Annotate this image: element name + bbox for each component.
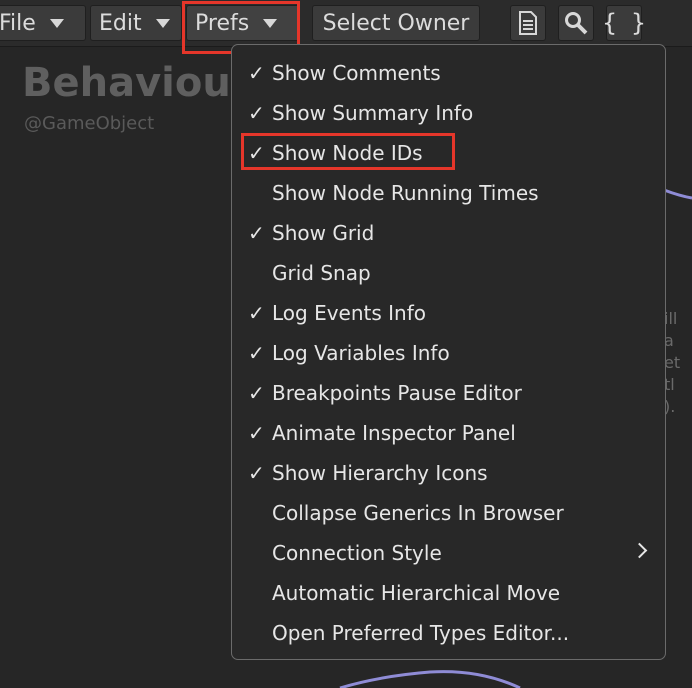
document-icon[interactable] [510,5,546,41]
select-owner-button[interactable]: Select Owner [312,5,480,41]
checkmark-icon: ✓ [248,341,265,365]
menu-item-show-node-ids[interactable]: ✓ Show Node IDs [232,133,665,173]
menu-item-log-events-info[interactable]: ✓ Log Events Info [232,293,665,333]
checkmark-icon: ✓ [248,381,265,405]
menu-item-open-preferred-types-editor[interactable]: Open Preferred Types Editor... [232,613,665,653]
dropdown-arrow-icon [49,18,64,28]
background-node-text: ill a et tl ). [664,309,681,416]
menu-item-log-variables-info[interactable]: ✓ Log Variables Info [232,333,665,373]
menu-item-breakpoints-pause-editor[interactable]: ✓ Breakpoints Pause Editor [232,373,665,413]
graph-subtitle: @GameObject [24,113,155,134]
checkmark-icon: ✓ [248,301,265,325]
menu-item-show-grid[interactable]: ✓ Show Grid [232,213,665,253]
file-menu-button[interactable]: File [0,5,86,41]
menu-item-connection-style[interactable]: Connection Style [232,533,665,573]
menu-item-show-summary-info[interactable]: ✓ Show Summary Info [232,93,665,133]
checkmark-icon: ✓ [248,461,265,485]
prefs-menu-button[interactable]: Prefs [186,5,300,41]
menu-item-grid-snap[interactable]: Grid Snap [232,253,665,293]
checkmark-icon: ✓ [248,61,265,85]
toolbar: File Edit Prefs Select Owner { } [0,0,692,47]
checkmark-icon: ✓ [248,421,265,445]
menu-item-animate-inspector-panel[interactable]: ✓ Animate Inspector Panel [232,413,665,453]
checkmark-icon: ✓ [248,221,265,245]
checkmark-icon: ✓ [248,141,265,165]
dropdown-arrow-icon [263,18,278,28]
magnifier-icon[interactable] [558,5,594,41]
menu-item-collapse-generics-in-browser[interactable]: Collapse Generics In Browser [232,493,665,533]
edit-menu-button[interactable]: Edit [90,5,182,41]
menu-item-show-hierarchy-icons[interactable]: ✓ Show Hierarchy Icons [232,453,665,493]
braces-icon[interactable]: { } [602,5,646,41]
chevron-right-icon [631,542,648,559]
prefs-dropdown-menu: ✓ Show Comments ✓ Show Summary Info ✓ Sh… [231,44,666,660]
menu-item-show-node-running-times[interactable]: Show Node Running Times [232,173,665,213]
menu-item-show-comments[interactable]: ✓ Show Comments [232,53,665,93]
menu-item-automatic-hierarchical-move[interactable]: Automatic Hierarchical Move [232,573,665,613]
checkmark-icon: ✓ [248,101,265,125]
dropdown-arrow-icon [155,18,170,28]
graph-title: Behaviour [22,60,251,106]
